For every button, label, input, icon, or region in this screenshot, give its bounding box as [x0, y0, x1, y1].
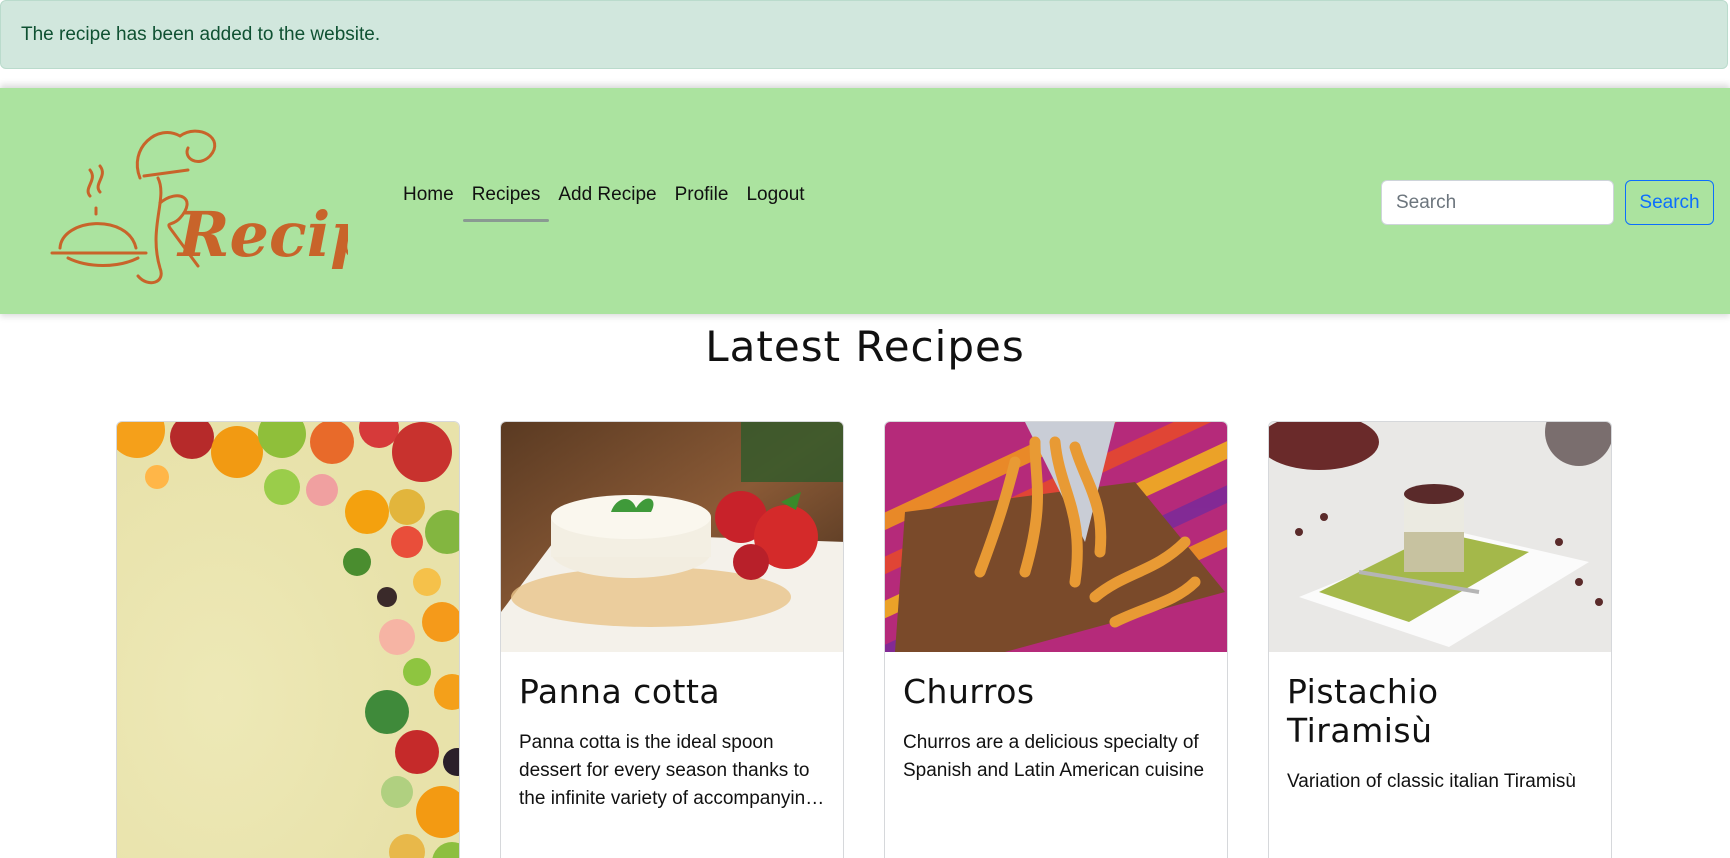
recipe-card-churros[interactable]: Churros Churros are a delicious specialt… [884, 421, 1228, 858]
card-title: Panna cotta [519, 672, 721, 711]
card-text: Panna cotta is the ideal spoon dessert f… [519, 732, 816, 809]
nav-item-home[interactable]: Home [394, 184, 463, 216]
nav-links: Home Recipes Add Recipe Profile Logout [394, 184, 814, 222]
recipe-card-pistachio-tiramisu[interactable]: Pistachio Tiramisù Variation of classic … [1268, 421, 1612, 858]
tiramisu-image [1269, 422, 1611, 652]
nav-item-logout[interactable]: Logout [737, 184, 813, 216]
card-text: Churros are a delicious specialty of Spa… [903, 732, 1205, 781]
card-body: Pistachio Tiramisù Variation of classic … [1269, 652, 1611, 814]
churros-image [885, 422, 1227, 652]
nav-item-profile[interactable]: Profile [666, 184, 738, 216]
card-body: Churros Churros are a delicious specialt… [885, 652, 1227, 803]
alert-message: The recipe has been added to the website… [21, 24, 381, 45]
search-input[interactable] [1381, 180, 1614, 225]
recipe-card-panna-cotta[interactable]: Panna cotta Panna cotta is the ideal spo… [500, 421, 844, 858]
panna-cotta-image [501, 422, 843, 652]
chef-logo-icon: Recipes [50, 129, 448, 285]
card-text: Variation of classic italian Tiramisù [1287, 771, 1576, 792]
page-title: Latest Recipes [705, 322, 1025, 371]
search-button[interactable]: Search [1625, 180, 1714, 225]
success-alert: The recipe has been added to the website… [0, 0, 1728, 69]
nav-item-add-recipe[interactable]: Add Recipe [549, 184, 665, 216]
logo-text: Recipes [176, 198, 348, 271]
card-title: Churros [903, 672, 1035, 711]
fruit-border-image [117, 422, 459, 858]
card-title: Pistachio Tiramisù [1287, 672, 1439, 750]
recipe-card-fruit[interactable] [116, 421, 460, 858]
card-body: Panna cotta Panna cotta is the ideal spo… [501, 652, 843, 831]
nav-item-recipes[interactable]: Recipes [462, 184, 550, 222]
site-logo[interactable]: Recipes [48, 118, 448, 288]
